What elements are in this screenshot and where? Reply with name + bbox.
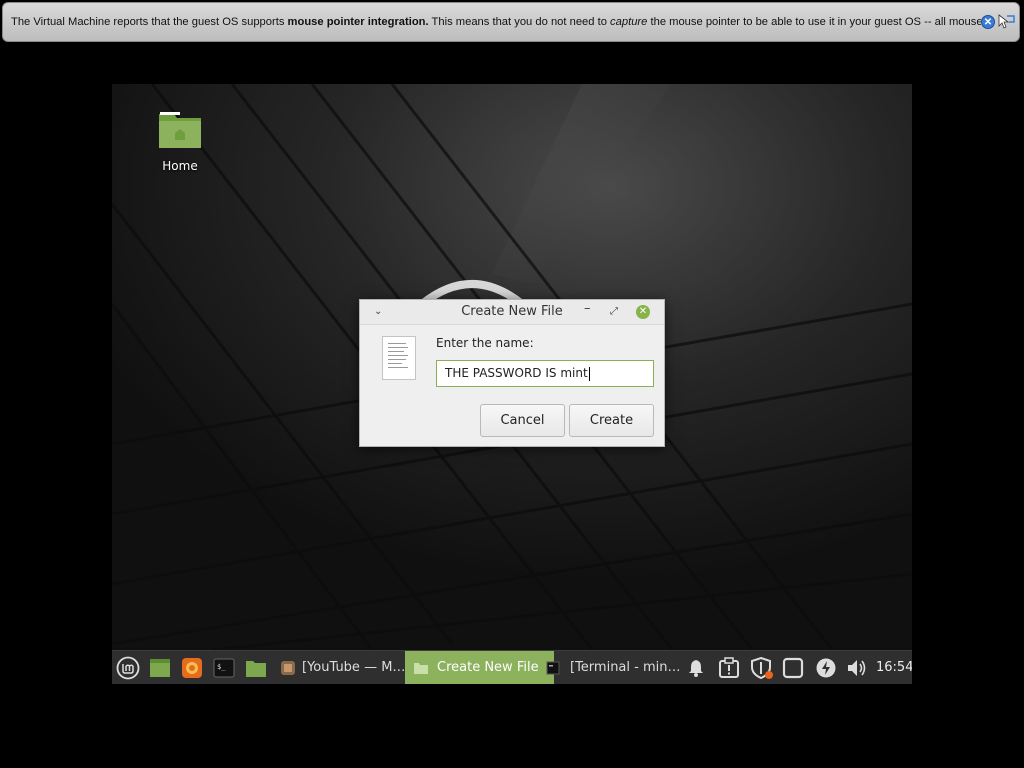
- folder-home-icon: [159, 112, 201, 148]
- svg-text:$_: $_: [217, 663, 226, 671]
- taskbar: $_ [YouTube — M… Create New File [Termin…: [112, 650, 912, 684]
- desktop-icon-label: Home: [162, 159, 198, 173]
- text-caret: [588, 366, 590, 381]
- mint-menu-icon[interactable]: [116, 651, 140, 684]
- task-youtube-firefox[interactable]: [YouTube — M…: [272, 651, 415, 684]
- maximize-icon[interactable]: ⤢: [610, 300, 618, 324]
- volume-icon[interactable]: [846, 651, 868, 684]
- dialog-titlebar[interactable]: ⌄ Create New File – ⤢ ✕: [360, 300, 664, 325]
- files-icon[interactable]: [245, 651, 267, 684]
- notice-message: The Virtual Machine reports that the gue…: [11, 16, 981, 28]
- create-new-file-dialog[interactable]: ⌄ Create New File – ⤢ ✕ Enter the name: …: [359, 299, 665, 447]
- mouse-integration-icon[interactable]: [997, 14, 1015, 30]
- update-manager-icon[interactable]: [718, 651, 740, 684]
- filename-value: THE PASSWORD IS mint: [445, 366, 588, 380]
- task-terminal[interactable]: [Terminal - min…: [538, 651, 690, 684]
- shield-icon[interactable]: [750, 651, 774, 684]
- notifications-icon[interactable]: [686, 651, 708, 684]
- task-label: [YouTube — M…: [302, 660, 406, 675]
- dialog-title: Create New File: [461, 304, 563, 319]
- clock[interactable]: 16:54: [876, 651, 912, 684]
- task-create-new-file[interactable]: Create New File: [405, 651, 554, 684]
- create-button[interactable]: Create: [569, 404, 654, 437]
- minimize-icon[interactable]: –: [584, 297, 591, 321]
- vm-mouse-integration-notice: The Virtual Machine reports that the gue…: [2, 2, 1020, 42]
- window-menu-icon[interactable]: ⌄: [374, 300, 382, 324]
- task-label: Create New File: [437, 660, 539, 675]
- task-label: [Terminal - min…: [570, 660, 681, 675]
- firefox-window-icon: [281, 660, 295, 675]
- filename-prompt: Enter the name:: [436, 336, 534, 350]
- cancel-button[interactable]: Cancel: [480, 404, 565, 437]
- document-icon: [382, 336, 416, 380]
- guest-screen[interactable]: Home ⌄ Create New File – ⤢ ✕ Enter the n…: [112, 84, 912, 684]
- show-desktop-icon[interactable]: [149, 651, 171, 684]
- firefox-icon[interactable]: [181, 651, 203, 684]
- desktop-icon-home[interactable]: Home: [150, 110, 210, 173]
- terminal-window-icon: [546, 661, 560, 674]
- power-icon[interactable]: [815, 651, 837, 684]
- filename-input[interactable]: THE PASSWORD IS mint: [436, 360, 654, 387]
- close-icon[interactable]: ✕: [981, 15, 995, 29]
- workspace-icon[interactable]: [782, 651, 804, 684]
- folder-window-icon: [414, 662, 428, 674]
- terminal-icon[interactable]: $_: [213, 651, 235, 684]
- close-icon[interactable]: ✕: [636, 305, 650, 319]
